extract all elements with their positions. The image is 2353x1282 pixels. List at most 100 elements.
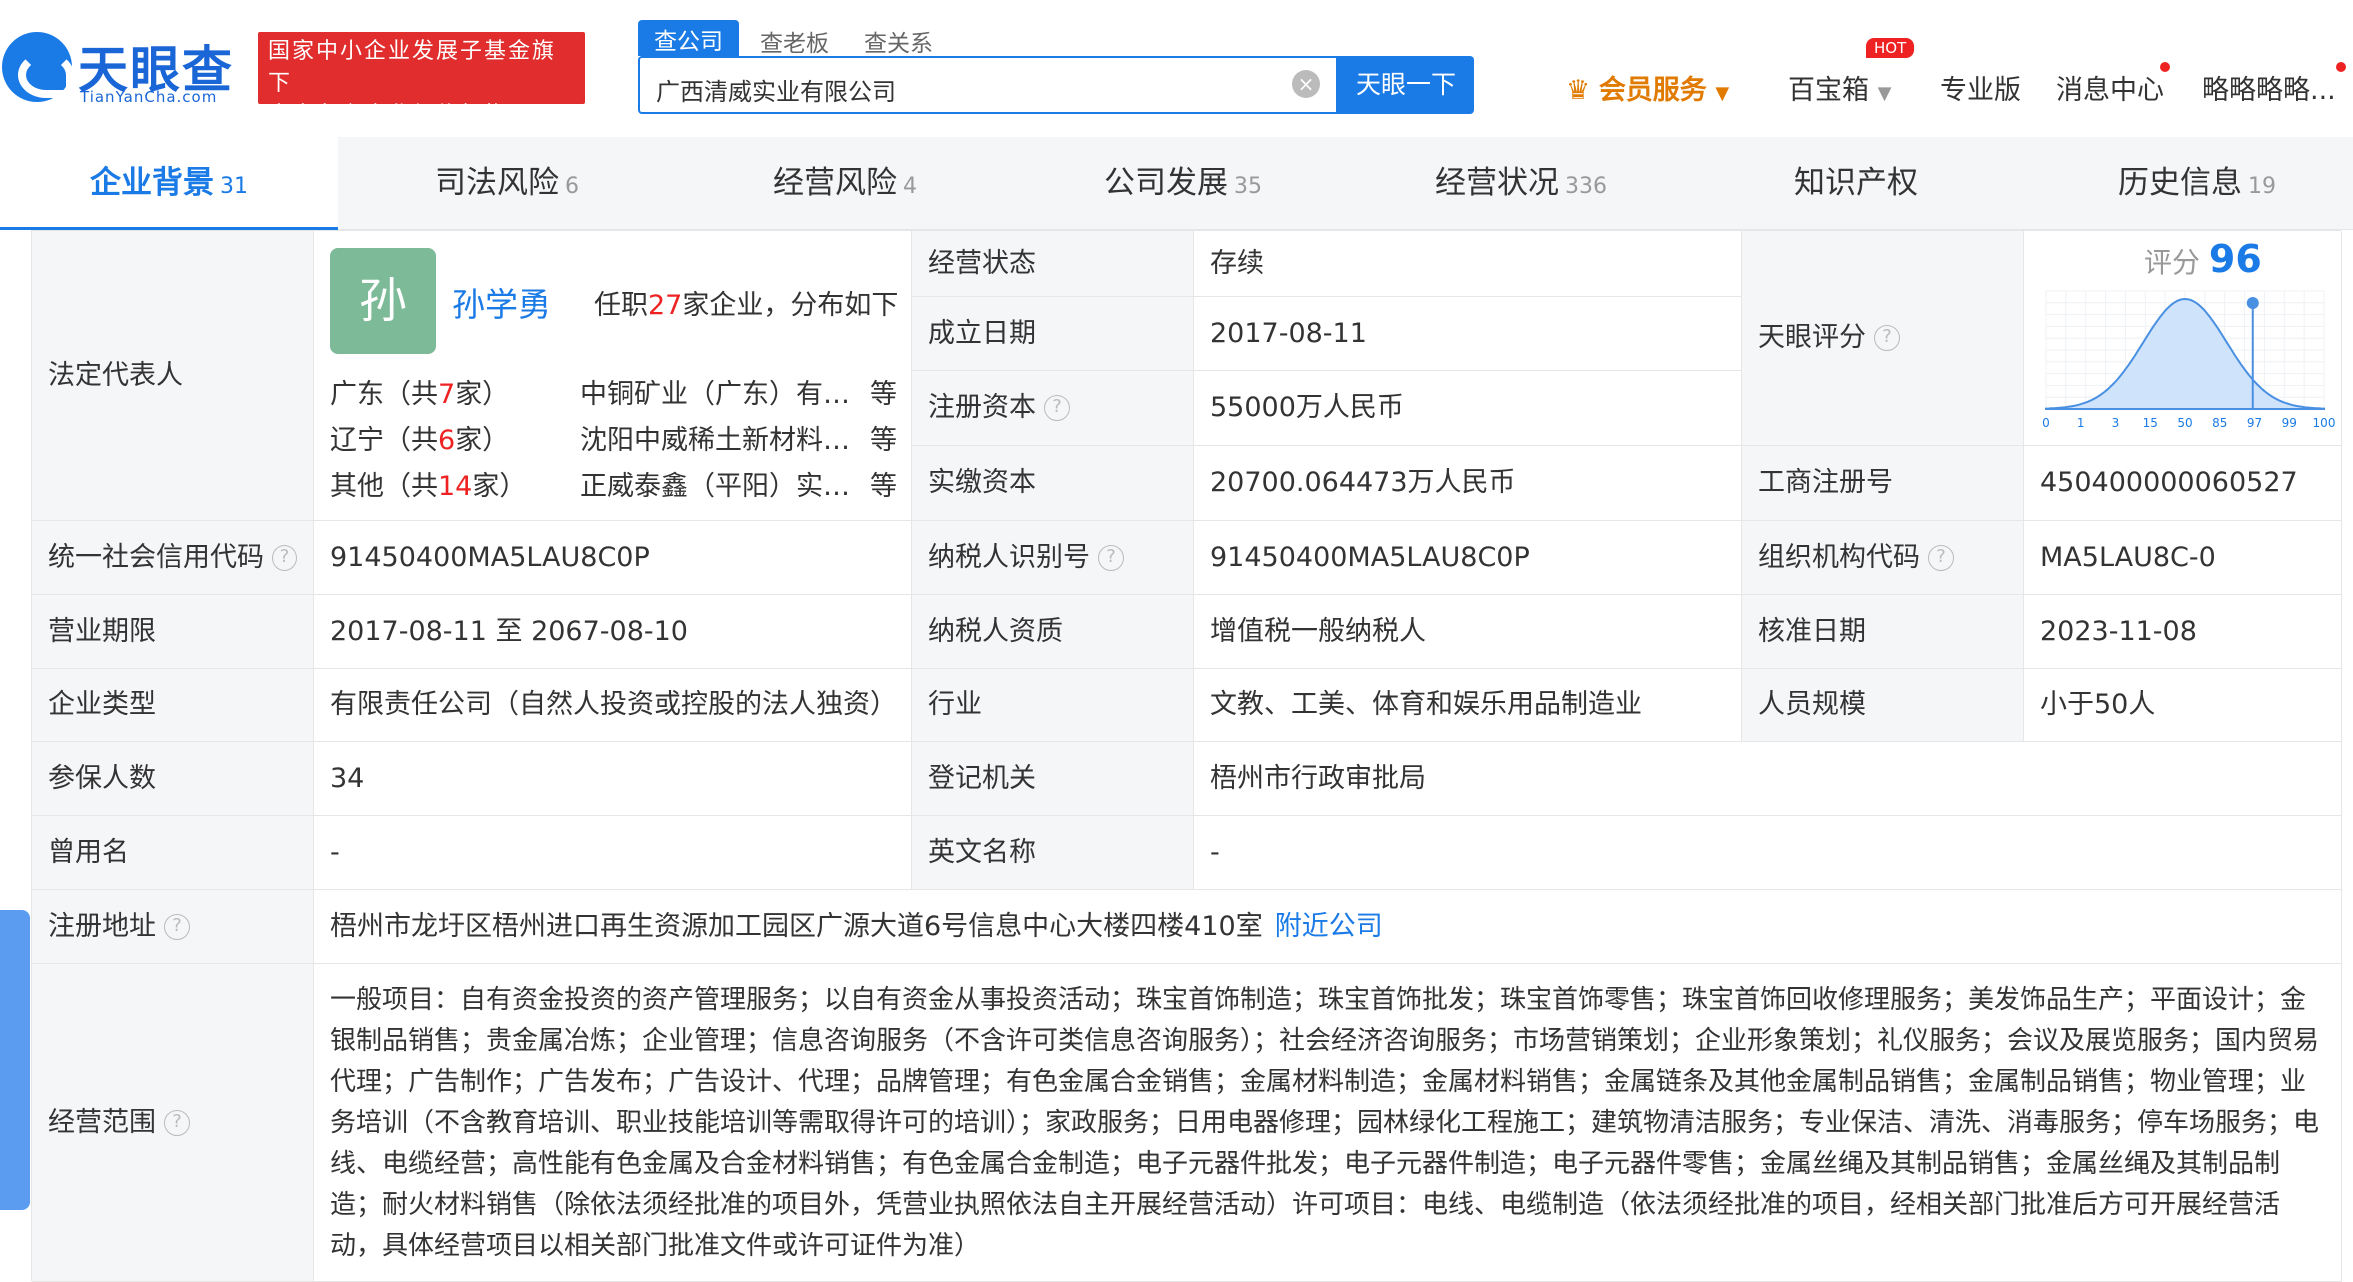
status-label: 经营状态 [912,231,1194,297]
company-type-label: 企业类型 [32,669,314,742]
x-tick-label: 1 [2077,416,2085,430]
tab-ip[interactable]: 知识产权 [1690,137,2028,230]
search-tab-boss[interactable]: 查老板 [760,24,829,58]
message-center-link[interactable]: 消息中心 [2056,68,2164,107]
x-tick-label: 50 [2177,416,2192,430]
reg-authority-label: 登记机关 [912,742,1194,816]
region-company[interactable]: 沈阳中威稀土新材料… [580,418,850,457]
close-circle-icon[interactable]: × [1292,70,1320,98]
found-date-value: 2017-08-11 [1194,297,1742,371]
region-etc: 等 [870,471,897,502]
reg-capital-label: 注册资本? [912,371,1194,446]
insured-value: 34 [314,742,912,816]
tab-count: 336 [1565,174,1607,199]
badge-line2: 官方备案企业征信机构 [268,103,509,128]
status-value: 存续 [1194,231,1742,297]
help-icon[interactable]: ? [1874,325,1900,351]
legal-rep-label: 法定代表人 [32,231,314,521]
tab-operating-risk[interactable]: 经营风险 4 [676,137,1014,230]
x-tick-label: 3 [2112,416,2120,430]
hot-badge: HOT [1866,38,1915,58]
search-tab-relation[interactable]: 查关系 [864,24,933,58]
region-company[interactable]: 中铜矿业（广东）有… [580,372,850,411]
region-row-other[interactable]: 其他（共14家） [330,464,526,503]
x-tick-label: 0 [2042,416,2050,430]
top-header: 天眼查 TianYanCha.com 国家中小企业发展子基金旗下 官方备案企业征… [0,0,2353,137]
tab-label: 公司发展 [1104,165,1228,201]
help-icon[interactable]: ? [1044,395,1070,421]
tab-label: 经营风险 [773,165,897,201]
tab-development[interactable]: 公司发展 35 [1014,137,1352,230]
x-tick-label: 100 [2313,416,2336,430]
tab-count: 31 [220,174,248,199]
address-value: 梧州市龙圩区梧州进口再生资源加工园区广源大道6号信息中心大楼四楼410室 附近公司 [314,890,2342,964]
avatar[interactable]: 孙 [330,248,436,354]
region-row-guangdong[interactable]: 广东（共7家） [330,372,509,411]
tab-label: 司法风险 [435,165,559,201]
scope-label: 经营范围? [32,964,314,1282]
x-tick-label: 99 [2282,416,2297,430]
tianyancha-logo[interactable]: 天眼查 TianYanCha.com [0,28,240,108]
x-tick-label: 97 [2247,416,2262,430]
region-row-liaoning[interactable]: 辽宁（共6家） [330,418,509,457]
crown-icon: ♛ [1566,75,1591,106]
term-value: 2017-08-11 至 2067-08-10 [314,595,912,669]
nearby-companies-link[interactable]: 附近公司 [1275,909,1383,945]
legal-rep-name-link[interactable]: 孙学勇 [452,278,551,326]
tab-operating-status[interactable]: 经营状况 336 [1352,137,1690,230]
tab-label: 历史信息 [2118,165,2242,201]
floating-side-widget[interactable] [0,910,30,1210]
credit-code-value: 91450400MA5LAU8C0P [314,521,912,595]
search-input-value[interactable]: 广西清威实业有限公司 [656,72,896,107]
vip-service-menu[interactable]: ♛ 会员服务 ▼ [1566,68,1729,107]
help-icon[interactable]: ? [164,913,190,940]
paid-capital-value: 20700.064473万人民币 [1194,446,1742,521]
tab-count: 35 [1234,174,1262,199]
tab-label: 企业背景 [90,165,214,201]
search-button[interactable]: 天眼一下 [1338,56,1474,114]
official-badge: 国家中小企业发展子基金旗下 官方备案企业征信机构 [258,32,585,128]
search-tab-company[interactable]: 查公司 [638,20,739,56]
address-label: 注册地址? [32,890,314,964]
user-menu[interactable]: 略略略略... [2202,68,2336,107]
search-input[interactable]: 广西清威实业有限公司 × [638,56,1338,114]
tab-label: 知识产权 [1794,165,1918,201]
industry-value: 文教、工美、体育和娱乐用品制造业 [1194,669,1742,742]
region-company[interactable]: 正威泰鑫（平阳）实… [580,464,850,503]
chevron-down-icon: ▼ [1877,83,1892,104]
chevron-down-icon: ▼ [1715,83,1730,104]
tax-qual-label: 纳税人资质 [912,595,1194,669]
logo-mark-icon [2,32,74,102]
industry-label: 行业 [912,669,1194,742]
pro-edition-link[interactable]: 专业版 [1940,68,2021,107]
region-etc: 等 [870,379,897,410]
approve-date-label: 核准日期 [1742,595,2024,669]
tianyan-score-label: 天眼评分? [1742,231,2024,446]
tab-judicial-risk[interactable]: 司法风险 6 [338,137,676,230]
found-date-label: 成立日期 [912,297,1194,371]
biz-reg-label: 工商注册号 [1742,446,2024,521]
tab-count: 4 [903,174,917,199]
tab-background[interactable]: 企业背景 31 [0,137,338,230]
toolbox-menu[interactable]: 百宝箱 ▼ [1788,68,1891,107]
help-icon[interactable]: ? [272,544,297,571]
help-icon[interactable]: ? [1928,544,1954,571]
paid-capital-label: 实缴资本 [912,446,1194,521]
help-icon[interactable]: ? [164,1109,190,1136]
tax-id-label: 纳税人识别号? [912,521,1194,595]
toolbox-label: 百宝箱 [1788,75,1869,106]
message-dot-icon [2160,62,2170,72]
english-name-label: 英文名称 [912,816,1194,890]
region-etc: 等 [870,425,897,456]
business-scope-text: 一般项目：自有资金投资的资产管理服务；以自有资金从事投资活动；珠宝首饰制造；珠宝… [330,985,2320,1261]
score-marker-dot [2246,297,2259,309]
help-icon[interactable]: ? [1098,544,1124,571]
x-tick-label: 15 [2143,416,2158,430]
score-distribution-chart: 0 1 3 15 50 85 97 99 100 [2042,290,2336,430]
score-chart-cell[interactable]: 评分 96 0 1 3 15 50 85 97 99 100 [2024,231,2342,446]
credit-code-label: 统一社会信用代码? [32,521,314,595]
biz-reg-value: 450400000060527 [2024,446,2342,521]
tab-history[interactable]: 历史信息 19 [2028,137,2353,230]
tax-qual-value: 增值税一般纳税人 [1194,595,1742,669]
staff-size-label: 人员规模 [1742,669,2024,742]
